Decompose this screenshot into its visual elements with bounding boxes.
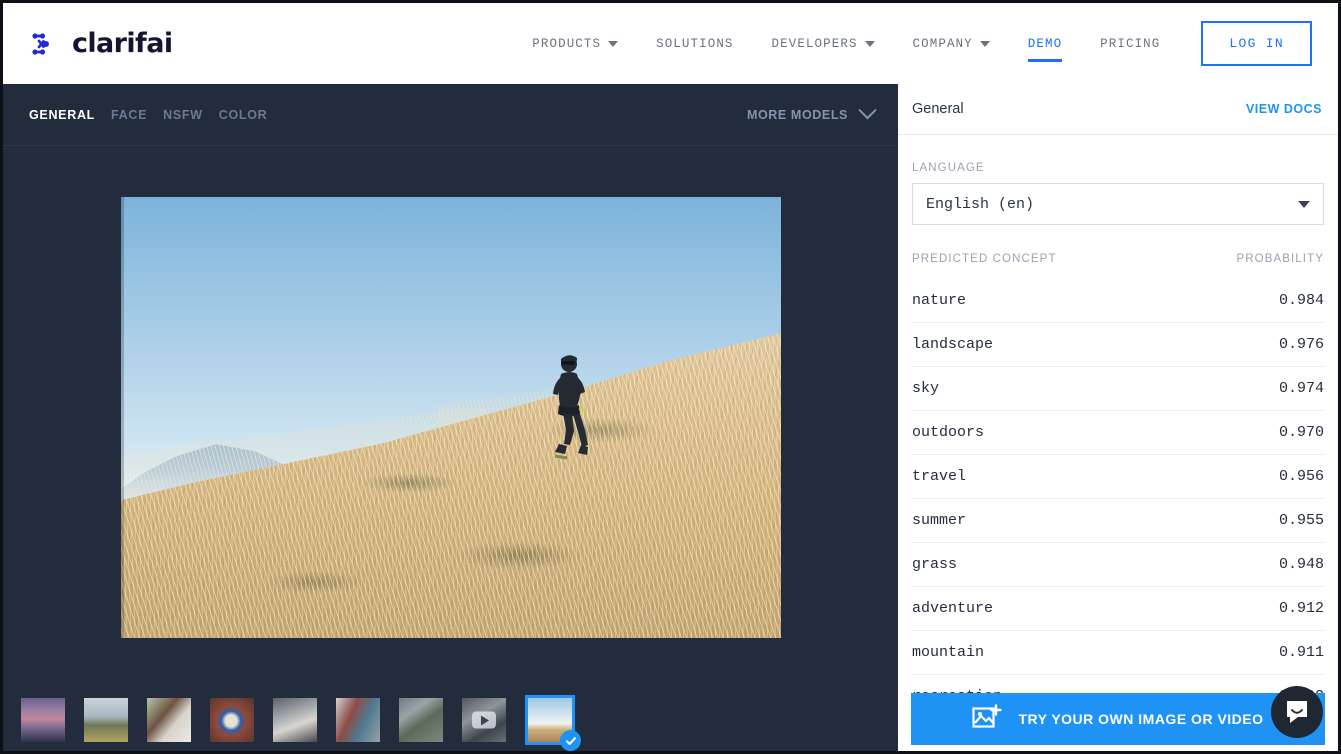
selected-check-icon: [560, 730, 581, 751]
nav-item-company[interactable]: COMPANY: [894, 21, 1009, 67]
clarifai-nodes-icon: [31, 31, 61, 57]
table-row: grass 0.948: [912, 542, 1324, 586]
brand-logo-link[interactable]: clarifai: [31, 28, 173, 59]
demo-pane: GENERAL FACE NSFW COLOR MORE MODELS: [3, 84, 898, 751]
thumb-aerial-city[interactable]: [399, 698, 443, 742]
thumb-shoes-feet[interactable]: [273, 698, 317, 742]
nav-item-solutions[interactable]: SOLUTIONS: [637, 21, 752, 67]
concept-probability: 0.948: [1278, 556, 1324, 573]
nav-item-label: DEVELOPERS: [771, 36, 858, 51]
more-models-label: MORE MODELS: [746, 107, 848, 122]
nav-item-developers[interactable]: DEVELOPERS: [753, 21, 894, 67]
nav-item-demo[interactable]: DEMO: [1009, 21, 1081, 67]
thumbnail-image: [399, 698, 443, 742]
table-row: adventure 0.912: [912, 586, 1324, 630]
concept-probability: 0.970: [1278, 424, 1324, 441]
add-image-icon: [972, 703, 1003, 735]
concept-name: sky: [912, 380, 940, 397]
concept-name: mountain: [912, 644, 985, 661]
concept-probability: 0.974: [1278, 380, 1324, 397]
table-row: summer 0.955: [912, 498, 1324, 542]
concept-probability: 0.956: [1278, 468, 1324, 485]
column-header-probability: PROBABILITY: [1236, 253, 1324, 265]
page-body: GENERAL FACE NSFW COLOR MORE MODELS Gene…: [3, 84, 1338, 751]
tab-general[interactable]: GENERAL: [29, 108, 95, 122]
play-icon: [472, 711, 496, 729]
nav-item-label: PRODUCTS: [532, 36, 602, 51]
thumb-mountain-runner[interactable]: [525, 695, 581, 751]
login-button[interactable]: LOG IN: [1201, 21, 1312, 66]
concept-name: nature: [912, 291, 967, 309]
nav-item-pricing[interactable]: PRICING: [1081, 21, 1179, 67]
image-stage: [3, 146, 898, 751]
thumbnail-image: [84, 698, 128, 742]
more-models-dropdown[interactable]: MORE MODELS: [746, 101, 877, 122]
chevron-down-icon: [1298, 200, 1310, 208]
intercom-chat-icon[interactable]: [1271, 686, 1323, 738]
results-header: General VIEW DOCS: [898, 84, 1338, 135]
concept-probability: 0.955: [1278, 512, 1324, 529]
thumbnail-image: [273, 698, 317, 742]
language-label: LANGUAGE: [912, 162, 985, 174]
concept-name: travel: [912, 468, 967, 485]
thumbnail-image: [21, 698, 65, 742]
table-row: landscape 0.976: [912, 322, 1324, 366]
chevron-down-icon: [979, 40, 990, 47]
predictions-table-header: PREDICTED CONCEPT PROBABILITY: [912, 253, 1324, 278]
results-body: LANGUAGE English (en) PREDICTED CONCEPT …: [898, 135, 1338, 751]
table-row: mountain 0.911: [912, 630, 1324, 674]
thumb-video-clip[interactable]: [462, 698, 506, 742]
concept-name: outdoors: [912, 424, 985, 441]
nav-item-label: SOLUTIONS: [656, 36, 734, 51]
thumbnail-image: [147, 698, 191, 742]
predictions-table: nature 0.984 landscape 0.976 sky 0.974 o…: [912, 278, 1324, 718]
table-row: sky 0.974: [912, 366, 1324, 410]
table-row: travel 0.956: [912, 454, 1324, 498]
top-navigation-bar: clarifai PRODUCTS SOLUTIONS DEVELOPERS C…: [3, 3, 1338, 84]
view-docs-link[interactable]: VIEW DOCS: [1246, 102, 1322, 116]
concept-name: adventure: [912, 600, 994, 617]
tab-nsfw[interactable]: NSFW: [163, 108, 203, 122]
try-your-own-button[interactable]: TRY YOUR OWN IMAGE OR VIDEO: [911, 693, 1325, 745]
thumb-sunset-lake[interactable]: [21, 698, 65, 742]
nav-item-label: COMPANY: [912, 36, 973, 51]
concept-name: landscape: [912, 336, 994, 353]
language-select[interactable]: English (en): [912, 183, 1324, 225]
cta-label: TRY YOUR OWN IMAGE OR VIDEO: [1018, 711, 1264, 727]
chevron-down-icon: [858, 101, 877, 120]
concept-probability: 0.911: [1278, 644, 1324, 661]
thumbnail-strip: [3, 689, 898, 751]
table-row: outdoors 0.970: [912, 410, 1324, 454]
photo-runner-figure: [539, 352, 597, 462]
concept-probability: 0.912: [1278, 600, 1324, 617]
thumb-portrait-person[interactable]: [147, 698, 191, 742]
concept-probability: 0.976: [1278, 336, 1324, 353]
tab-color[interactable]: COLOR: [219, 108, 268, 122]
brand-name: clarifai: [72, 28, 173, 59]
thumb-savanna-animals[interactable]: [84, 698, 128, 742]
table-row: nature 0.984: [912, 278, 1324, 322]
thumb-food-table[interactable]: [210, 698, 254, 742]
nav-item-label: PRICING: [1100, 36, 1161, 51]
nav-links: PRODUCTS SOLUTIONS DEVELOPERS COMPANY DE…: [513, 21, 1312, 67]
main-preview-image[interactable]: [120, 197, 781, 638]
tab-face[interactable]: FACE: [111, 108, 147, 122]
thumb-market-stall[interactable]: [336, 698, 380, 742]
concept-probability: 0.984: [1278, 291, 1324, 309]
nav-item-label: DEMO: [1027, 36, 1063, 51]
thumbnail-image: [336, 698, 380, 742]
results-title: General: [912, 101, 964, 117]
photo-left-edge: [120, 197, 124, 638]
concept-name: grass: [912, 556, 958, 573]
concept-name: summer: [912, 512, 967, 529]
nav-item-products[interactable]: PRODUCTS: [513, 21, 637, 67]
chevron-down-icon: [864, 40, 875, 47]
model-tab-bar: GENERAL FACE NSFW COLOR MORE MODELS: [3, 84, 898, 146]
chevron-down-icon: [608, 40, 619, 47]
language-value: English (en): [926, 195, 1035, 213]
column-header-concept: PREDICTED CONCEPT: [912, 253, 1057, 265]
results-panel: General VIEW DOCS LANGUAGE English (en) …: [898, 84, 1338, 751]
thumbnail-image: [210, 698, 254, 742]
